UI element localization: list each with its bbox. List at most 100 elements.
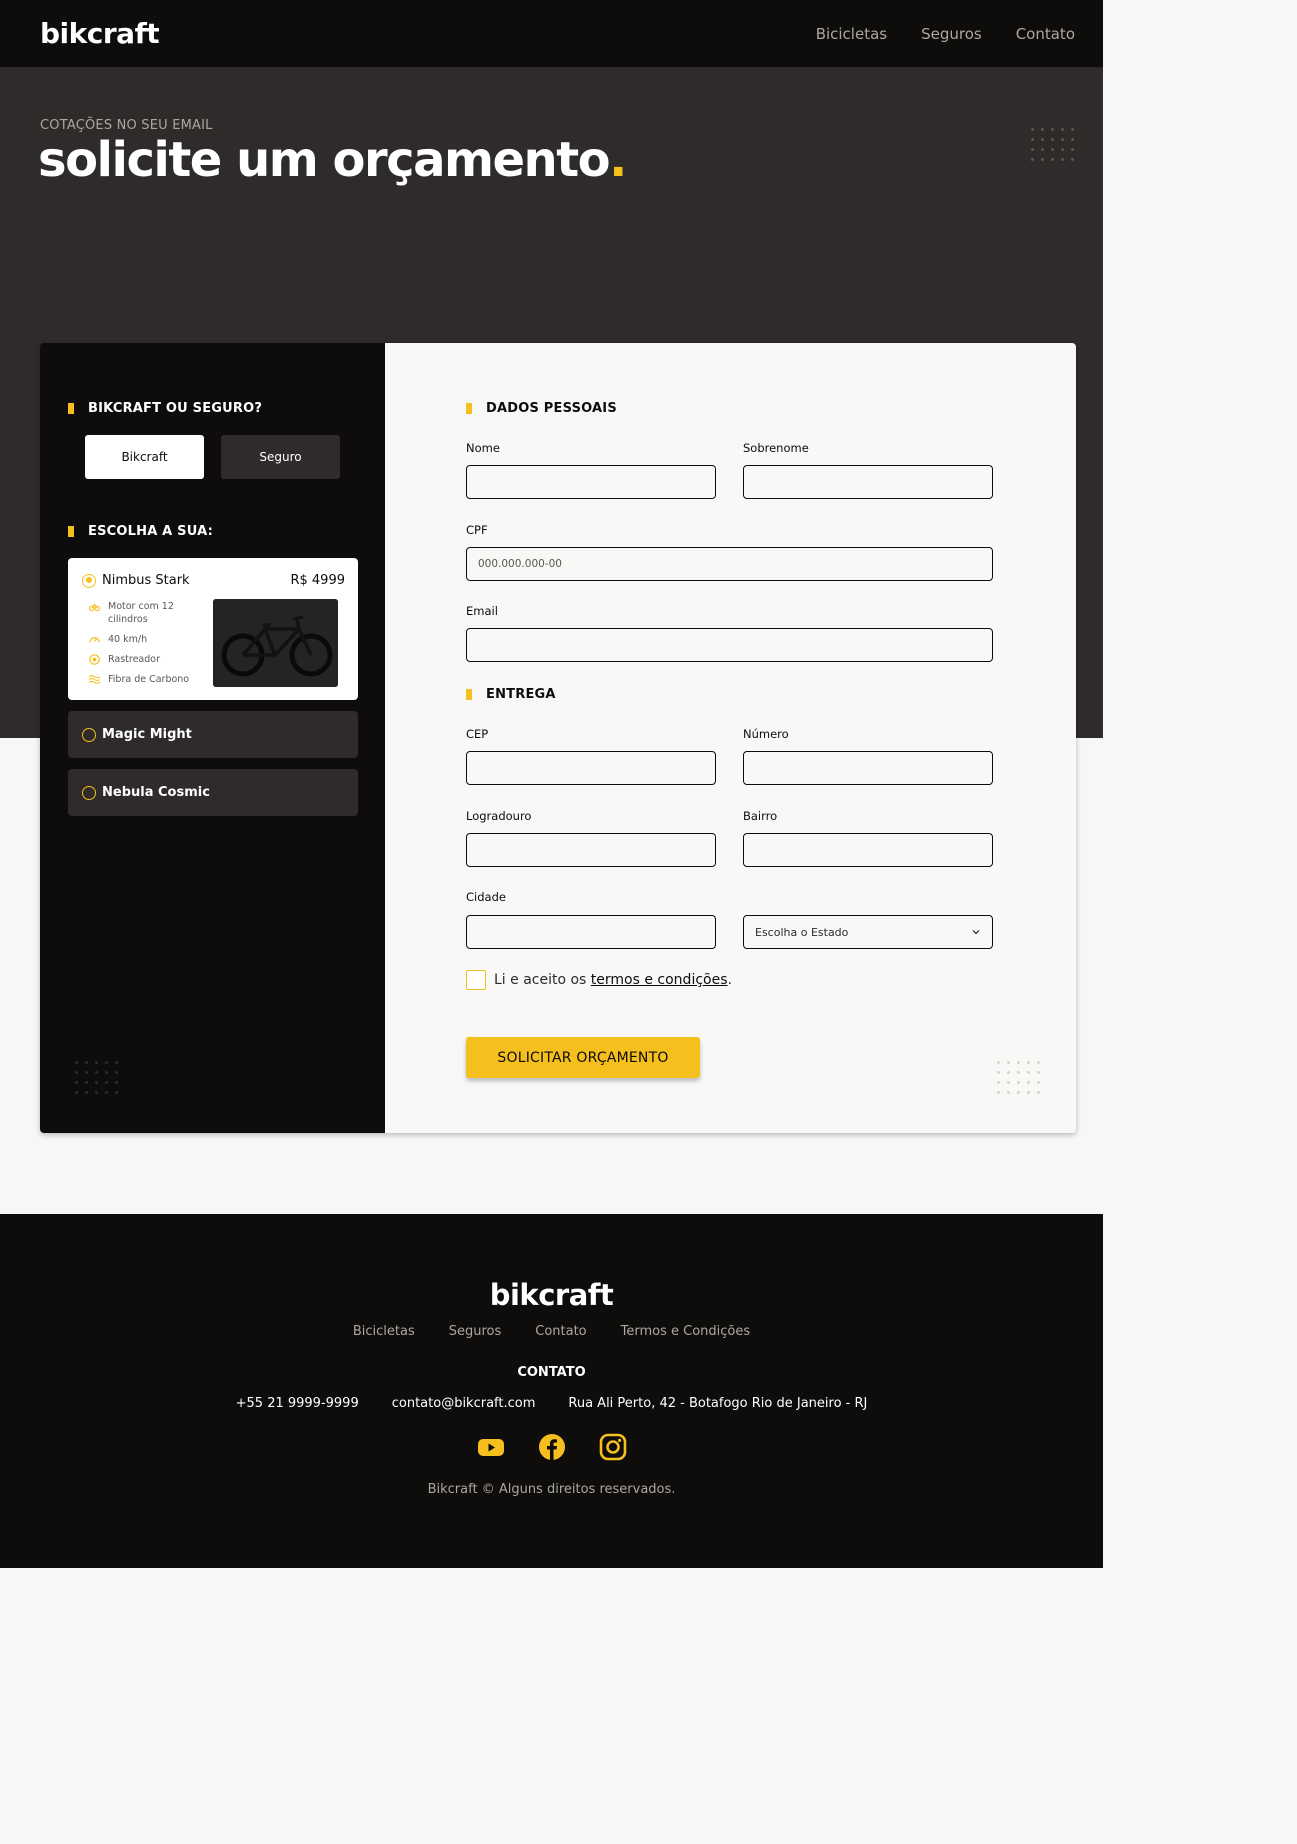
terms-link[interactable]: termos e condições xyxy=(591,972,728,988)
delivery-section-title: ENTREGA xyxy=(466,687,556,702)
section-marker xyxy=(68,526,74,537)
bike-name: Nebula Cosmic xyxy=(102,785,210,800)
bike-option-nebula-cosmic[interactable]: Nebula Cosmic xyxy=(68,769,358,816)
decorative-dots xyxy=(75,1061,118,1094)
radio-checked-icon[interactable] xyxy=(82,573,96,588)
quote-form: DADOS PESSOAIS Nome Sobrenome CPF 000.00… xyxy=(385,343,1076,1133)
nav-contato[interactable]: Contato xyxy=(1016,25,1075,43)
footer-nav: Bicicletas Seguros Contato Termos e Cond… xyxy=(0,1324,1103,1339)
decorative-dots xyxy=(997,1061,1040,1094)
bike-price: R$ 4999 xyxy=(290,573,345,588)
bikes-title-text: ESCOLHA A SUA: xyxy=(88,524,213,539)
bicycle-illustration xyxy=(213,599,338,687)
copyright: Bikcraft © Alguns direitos reservados. xyxy=(427,1482,676,1497)
page-title-text: solicite um orçamento xyxy=(38,132,611,188)
main-nav: Bicicletas Seguros Contato xyxy=(816,25,1075,43)
feature-text: Motor com 12 cilindros xyxy=(108,601,174,625)
bike-image xyxy=(213,599,338,687)
hero-subtitle: COTAÇÕES NO SEU EMAIL xyxy=(40,118,213,133)
tracker-icon xyxy=(89,654,100,665)
sobrenome-input[interactable] xyxy=(743,465,993,499)
instagram-icon[interactable] xyxy=(599,1433,627,1461)
bike-option-magic-might[interactable]: Magic Might xyxy=(68,711,358,758)
bike-name: Nimbus Stark xyxy=(102,573,190,588)
feature-item: Rastreador xyxy=(88,653,206,666)
choice-section-title: BIKCRAFT OU SEGURO? xyxy=(68,401,262,416)
section-marker xyxy=(466,689,472,700)
feature-item: 40 km/h xyxy=(88,633,206,646)
quote-form-card: BIKCRAFT OU SEGURO? Bikcraft Seguro ESCO… xyxy=(40,343,1076,1133)
footer-nav-termos[interactable]: Termos e Condições xyxy=(621,1324,751,1339)
logo[interactable]: bikcraft xyxy=(40,17,160,50)
section-marker xyxy=(68,403,74,414)
speedometer-icon xyxy=(89,637,100,643)
estado-select[interactable]: Escolha o Estado xyxy=(743,915,993,949)
facebook-icon[interactable] xyxy=(538,1433,566,1461)
nome-input[interactable] xyxy=(466,465,716,499)
carbon-fiber-icon xyxy=(88,675,101,684)
feature-text: 40 km/h xyxy=(108,634,148,645)
logradouro-label: Logradouro xyxy=(466,809,532,823)
terms-prefix: Li e aceito os xyxy=(494,972,591,988)
sobrenome-label: Sobrenome xyxy=(743,441,809,455)
submit-quote-button[interactable]: SOLICITAR ORÇAMENTO xyxy=(466,1037,700,1078)
footer-email[interactable]: contato@bikcraft.com xyxy=(392,1396,536,1411)
footer-phone[interactable]: +55 21 9999-9999 xyxy=(236,1396,359,1411)
radio-unchecked-icon[interactable] xyxy=(82,785,96,800)
title-dot: . xyxy=(609,132,627,188)
logradouro-input[interactable] xyxy=(466,833,716,867)
numero-input[interactable] xyxy=(743,751,993,785)
cpf-placeholder: 000.000.000-00 xyxy=(478,558,562,570)
terms-row: Li e aceito os termos e condições . xyxy=(466,970,732,990)
decorative-dots xyxy=(1031,128,1074,161)
footer-nav-bicicletas[interactable]: Bicicletas xyxy=(353,1324,415,1339)
youtube-icon[interactable] xyxy=(477,1433,505,1461)
bairro-input[interactable] xyxy=(743,833,993,867)
bikes-section-title: ESCOLHA A SUA: xyxy=(68,524,213,539)
footer-nav-contato[interactable]: Contato xyxy=(535,1324,586,1339)
bike-option-header: Nimbus Stark R$ 4999 xyxy=(82,573,345,588)
footer-logo[interactable]: bikcraft xyxy=(0,1278,1103,1312)
site-footer: bikcraft Bicicletas Seguros Contato Term… xyxy=(0,1214,1103,1568)
footer-contact-heading: CONTATO xyxy=(517,1365,586,1380)
toggle-seguro-button[interactable]: Seguro xyxy=(221,435,340,479)
engine-icon xyxy=(88,603,101,612)
estado-select-value: Escolha o Estado xyxy=(755,925,849,939)
email-label: Email xyxy=(466,604,498,618)
footer-nav-seguros[interactable]: Seguros xyxy=(449,1324,502,1339)
section-marker xyxy=(466,403,472,414)
bike-name: Magic Might xyxy=(102,727,192,742)
choice-title-text: BIKCRAFT OU SEGURO? xyxy=(88,401,263,416)
bairro-label: Bairro xyxy=(743,809,778,823)
cpf-input[interactable]: 000.000.000-00 xyxy=(466,547,993,581)
footer-address: Rua Ali Perto, 42 - Botafogo Rio de Jane… xyxy=(568,1396,868,1411)
email-input[interactable] xyxy=(466,628,993,662)
terms-checkbox[interactable] xyxy=(466,970,486,990)
chevron-down-icon xyxy=(972,930,980,935)
personal-section-title: DADOS PESSOAIS xyxy=(466,401,617,416)
cep-label: CEP xyxy=(466,727,489,741)
social-links xyxy=(0,1433,1103,1461)
nav-seguros[interactable]: Seguros xyxy=(921,25,982,43)
feature-text: Fibra de Carbono xyxy=(108,674,190,685)
toggle-bikcraft-button[interactable]: Bikcraft xyxy=(85,435,204,479)
cidade-input[interactable] xyxy=(466,915,716,949)
product-sidebar: BIKCRAFT OU SEGURO? Bikcraft Seguro ESCO… xyxy=(40,343,385,1133)
site-header: bikcraft Bicicletas Seguros Contato xyxy=(0,0,1103,68)
personal-title-text: DADOS PESSOAIS xyxy=(486,401,617,416)
footer-contacts: +55 21 9999-9999 contato@bikcraft.com Ru… xyxy=(0,1396,1103,1411)
page-title: solicite um orçamento. xyxy=(38,132,627,188)
cidade-label: Cidade xyxy=(466,890,506,904)
feature-text: Rastreador xyxy=(108,654,160,665)
nome-label: Nome xyxy=(466,441,500,455)
feature-item: Motor com 12 cilindros xyxy=(88,600,206,626)
nav-bicicletas[interactable]: Bicicletas xyxy=(816,25,887,43)
cep-input[interactable] xyxy=(466,751,716,785)
cpf-label: CPF xyxy=(466,523,488,537)
terms-suffix: . xyxy=(727,972,732,988)
radio-unchecked-icon[interactable] xyxy=(82,727,96,742)
feature-item: Fibra de Carbono xyxy=(88,673,206,686)
numero-label: Número xyxy=(743,727,789,741)
bike-option-nimbus-stark[interactable]: Nimbus Stark R$ 4999 Motor com 12 cilind… xyxy=(68,558,358,700)
delivery-title-text: ENTREGA xyxy=(486,687,556,702)
